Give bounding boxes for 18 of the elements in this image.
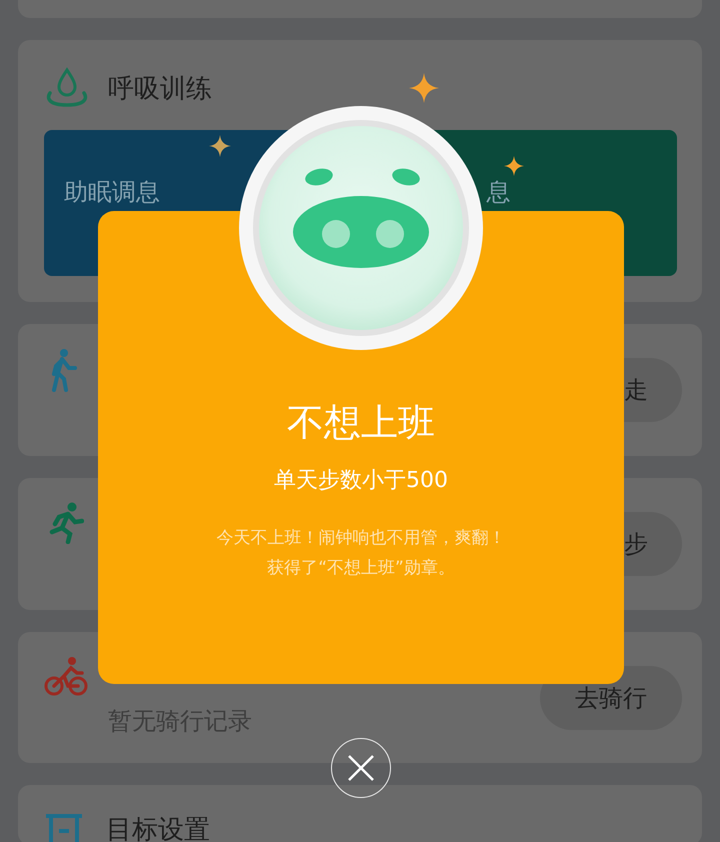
sparkle-icon <box>504 156 524 176</box>
pig-badge-icon <box>239 106 483 350</box>
water-drop-icon <box>44 67 90 109</box>
badge-title: 不想上班 <box>287 401 435 445</box>
option-label: 助眠调息 <box>64 178 160 206</box>
close-button[interactable] <box>331 738 391 798</box>
option-label: 息 <box>486 178 510 206</box>
badge-condition: 单天步数小于500 <box>274 467 448 495</box>
sparkle-icon <box>409 73 439 103</box>
section-title: 目标设置 <box>106 815 210 842</box>
sparkle-icon <box>209 135 231 157</box>
cyclist-icon <box>44 656 88 696</box>
goal-card[interactable]: 目标设置 <box>18 785 702 842</box>
section-title: 呼吸训练 <box>108 72 212 106</box>
goal-icon <box>44 813 84 842</box>
badge-description: 今天不上班！闹钟响也不用管，爽翻！ 获得了“不想上班”勋章。 <box>216 527 506 580</box>
close-icon <box>348 755 374 781</box>
running-person-icon <box>48 502 84 544</box>
